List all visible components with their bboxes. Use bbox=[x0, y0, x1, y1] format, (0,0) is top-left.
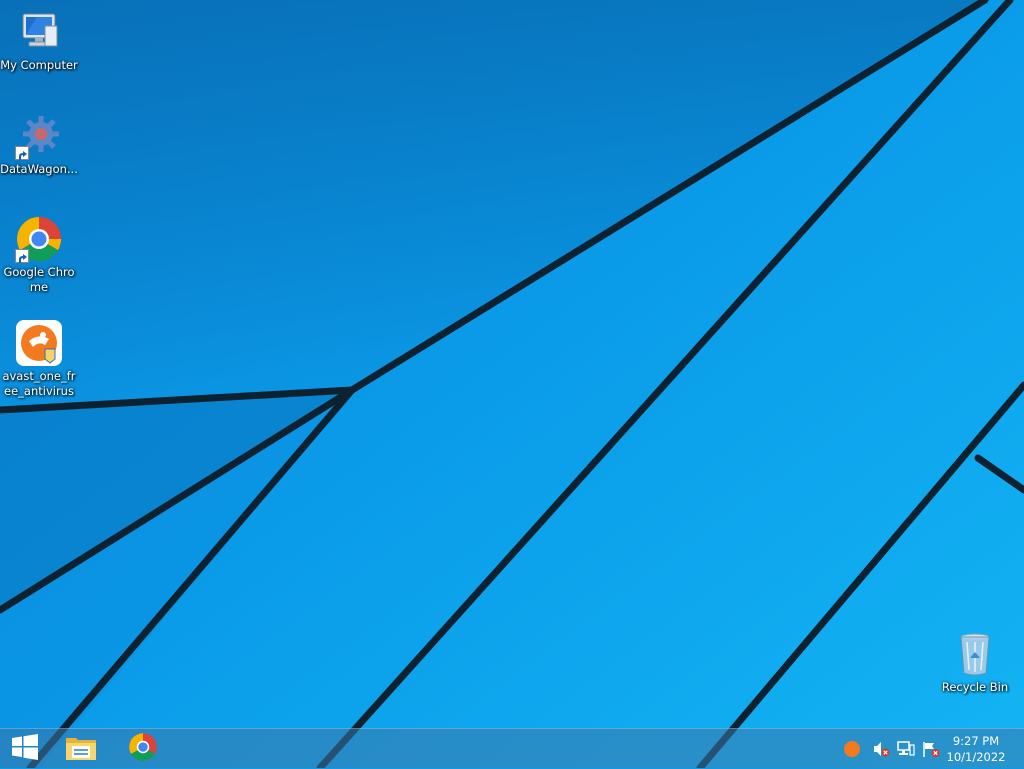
computer-icon bbox=[15, 8, 63, 56]
desktop-icon-datawagon[interactable]: DataWagon... bbox=[0, 112, 78, 177]
desktop-icon-label: Recycle Bin bbox=[941, 680, 1009, 694]
system-clock[interactable]: 9:27 PM 10/1/2022 bbox=[944, 733, 1008, 765]
desktop-icon-label: Google Chrome bbox=[3, 265, 75, 294]
desktop-icon-google-chrome[interactable]: Google Chrome bbox=[0, 215, 78, 295]
chrome-icon bbox=[15, 215, 63, 263]
desktop-icon-my-computer[interactable]: My Computer bbox=[0, 8, 78, 73]
clock-time: 9:27 PM bbox=[952, 734, 1000, 748]
recycle-bin-icon bbox=[951, 630, 999, 678]
desktop-icon-label: My Computer bbox=[0, 58, 78, 72]
clock-date: 10/1/2022 bbox=[946, 750, 1006, 764]
gear-icon bbox=[15, 112, 63, 160]
folder-icon bbox=[64, 732, 98, 766]
taskbar: 9:27 PM 10/1/2022 bbox=[0, 728, 1024, 768]
shortcut-arrow-icon bbox=[15, 249, 29, 263]
desktop-wallpaper bbox=[0, 0, 1024, 768]
start-button[interactable] bbox=[0, 729, 50, 769]
desktop-icon-label: avast_one_free_antivirus bbox=[2, 369, 76, 398]
taskbar-file-explorer[interactable] bbox=[56, 729, 106, 769]
desktop-icon-recycle-bin[interactable]: Recycle Bin bbox=[936, 630, 1014, 695]
chrome-icon bbox=[128, 732, 158, 766]
shortcut-arrow-icon bbox=[15, 146, 29, 160]
network-icon[interactable] bbox=[897, 740, 915, 758]
taskbar-chrome[interactable] bbox=[118, 729, 168, 769]
volume-muted-icon[interactable] bbox=[872, 740, 890, 758]
avast-tray-icon[interactable] bbox=[843, 740, 861, 758]
action-center-flag-icon[interactable] bbox=[922, 740, 940, 758]
windows-logo-icon bbox=[11, 734, 39, 764]
desktop-icon-avast[interactable]: avast_one_free_antivirus bbox=[0, 319, 78, 399]
desktop-icon-label: DataWagon... bbox=[0, 162, 78, 176]
avast-icon bbox=[15, 319, 63, 367]
